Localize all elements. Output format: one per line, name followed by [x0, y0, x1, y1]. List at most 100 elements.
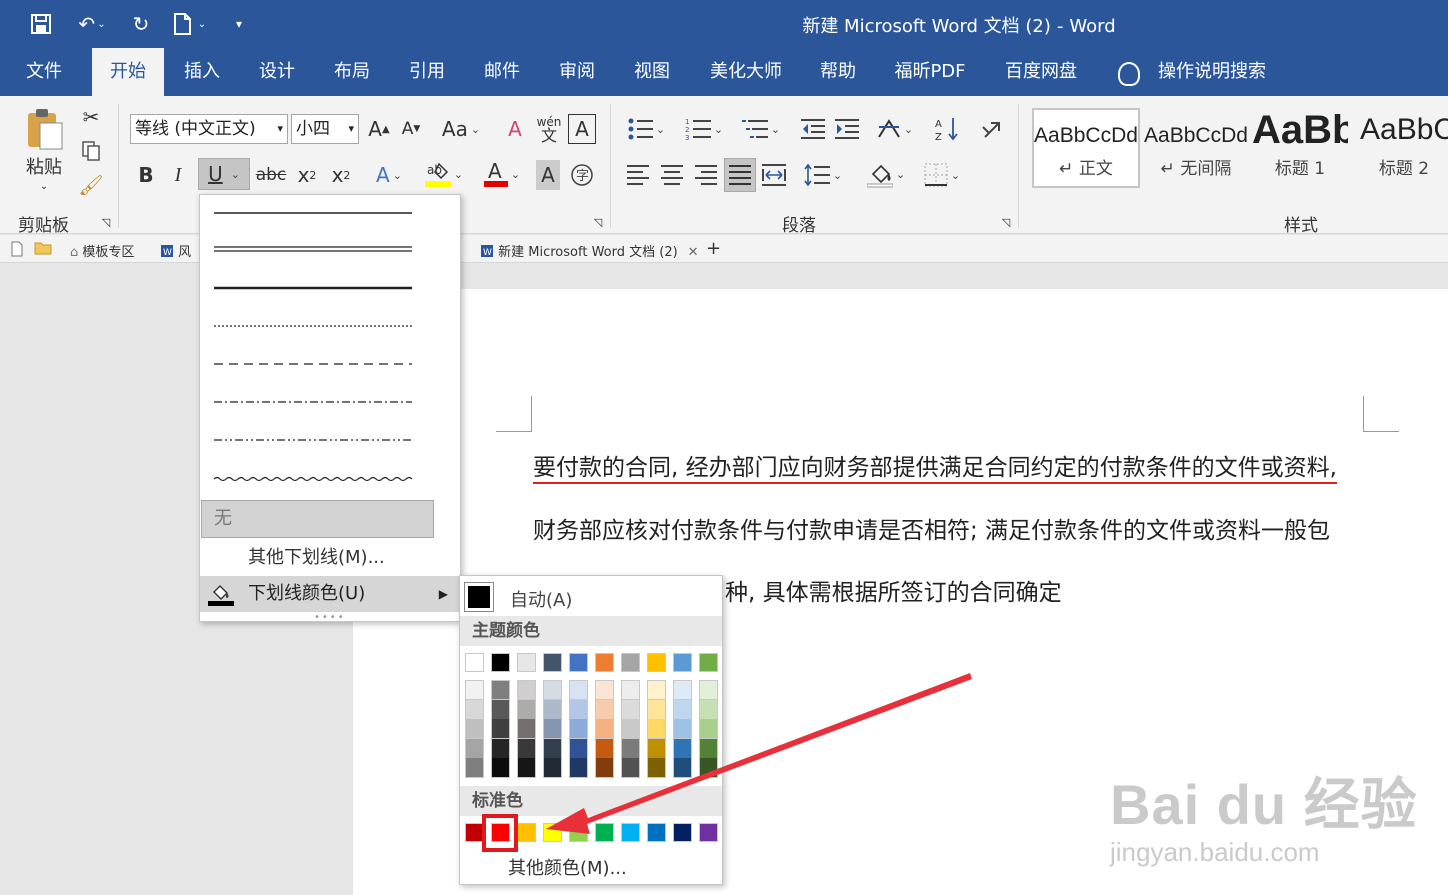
theme-shade-swatch[interactable]	[699, 758, 718, 779]
theme-color-swatch[interactable]	[491, 653, 510, 672]
multilevel-list-icon[interactable]: ⌄	[738, 114, 784, 144]
theme-shade-swatch[interactable]	[517, 738, 536, 759]
underline-none[interactable]: 无	[201, 500, 434, 538]
standard-color-swatch[interactable]	[699, 823, 718, 842]
theme-color-swatch[interactable]	[595, 653, 614, 672]
theme-shade-swatch[interactable]	[517, 680, 536, 700]
tab-view[interactable]: 视图	[622, 48, 682, 96]
font-color-icon[interactable]: A ⌄	[478, 158, 526, 190]
enclose-characters-icon[interactable]: 字	[568, 160, 596, 190]
borders-icon[interactable]: ⌄	[918, 160, 966, 190]
theme-shade-swatch[interactable]	[647, 699, 666, 720]
style-heading-2[interactable]: AaBbC 标题 2	[1360, 108, 1448, 188]
doc-tab-templates[interactable]: ⌂ 模板专区	[70, 241, 134, 260]
theme-shade-swatch[interactable]	[465, 680, 484, 700]
character-border-icon[interactable]: A	[568, 114, 596, 144]
theme-shade-swatch[interactable]	[543, 758, 562, 779]
theme-color-swatch[interactable]	[543, 653, 562, 672]
theme-shade-swatch[interactable]	[465, 738, 484, 759]
underline-dot-dash[interactable]	[204, 385, 434, 419]
change-case-icon[interactable]: Aa ⌄	[438, 114, 484, 144]
underline-dotted[interactable]	[204, 309, 434, 343]
paste-dropdown-icon[interactable]: ⌄	[32, 178, 56, 194]
theme-shade-swatch[interactable]	[621, 699, 640, 720]
tab-layout[interactable]: 布局	[322, 48, 382, 96]
paste-icon[interactable]	[18, 104, 70, 152]
numbering-icon[interactable]: 1 2 3 ⌄	[680, 114, 728, 144]
sort-icon[interactable]: AZ	[932, 114, 962, 144]
underline-single[interactable]	[204, 199, 434, 229]
theme-shade-swatch[interactable]	[491, 758, 510, 779]
theme-shade-swatch[interactable]	[465, 699, 484, 720]
theme-shade-swatch[interactable]	[543, 719, 562, 740]
theme-shade-swatch[interactable]	[621, 758, 640, 779]
doc-tab-partial[interactable]: W 风	[160, 241, 191, 260]
phonetic-guide-icon[interactable]: wén 文	[534, 112, 564, 146]
clear-formatting-icon[interactable]: A	[500, 114, 530, 144]
theme-shade-swatch[interactable]	[647, 680, 666, 700]
grow-font-icon[interactable]: A ▲	[366, 114, 392, 144]
theme-shade-swatch[interactable]	[621, 738, 640, 759]
theme-shade-swatch[interactable]	[569, 699, 588, 720]
theme-shade-swatch[interactable]	[699, 680, 718, 700]
theme-shade-swatch[interactable]	[673, 680, 692, 700]
underline-dot-dot-dash[interactable]	[204, 423, 434, 457]
doc-tab-current[interactable]: W 新建 Microsoft Word 文档 (2) ✕	[480, 241, 699, 260]
line-spacing-icon[interactable]: ⌄	[800, 160, 846, 190]
tab-foxit-pdf[interactable]: 福昕PDF	[884, 48, 976, 96]
theme-color-swatch[interactable]	[517, 653, 536, 672]
theme-shade-swatch[interactable]	[673, 719, 692, 740]
theme-shade-swatch[interactable]	[569, 738, 588, 759]
standard-color-swatch[interactable]	[647, 823, 666, 842]
theme-shade-swatch[interactable]	[699, 699, 718, 720]
style-normal[interactable]: AaBbCcDd ↵ 正文	[1032, 108, 1140, 188]
new-tab-button[interactable]: +	[706, 238, 721, 259]
copy-icon[interactable]	[78, 138, 104, 164]
bullets-icon[interactable]: ⌄	[622, 114, 670, 144]
theme-color-swatch[interactable]	[647, 653, 666, 672]
underline-double[interactable]	[204, 233, 434, 267]
highlight-color-icon[interactable]: ab ⌄	[420, 158, 468, 190]
theme-shade-swatch[interactable]	[491, 699, 510, 720]
decrease-indent-icon[interactable]	[798, 114, 828, 144]
align-center-icon[interactable]	[658, 160, 686, 190]
standard-color-swatch[interactable]	[543, 823, 562, 842]
tab-review[interactable]: 审阅	[547, 48, 607, 96]
more-colors-item[interactable]: 其他颜色(M)...	[508, 854, 627, 880]
theme-shade-swatch[interactable]	[491, 719, 510, 740]
theme-shade-swatch[interactable]	[517, 758, 536, 779]
justify-icon[interactable]	[724, 158, 756, 192]
tab-baidu-netdisk[interactable]: 百度网盘	[994, 48, 1088, 96]
theme-shade-swatch[interactable]	[491, 680, 510, 700]
theme-shade-swatch[interactable]	[595, 738, 614, 759]
tab-references[interactable]: 引用	[397, 48, 457, 96]
shrink-font-icon[interactable]: A ▼	[398, 114, 424, 144]
tab-mailings[interactable]: 邮件	[472, 48, 532, 96]
bold-icon[interactable]: B	[134, 160, 158, 190]
more-underlines-item[interactable]: 其他下划线(M)...	[200, 540, 460, 576]
tab-help[interactable]: 帮助	[808, 48, 868, 96]
format-painter-icon[interactable]: 🖌	[78, 172, 104, 198]
theme-color-swatch[interactable]	[465, 653, 484, 672]
theme-color-swatch[interactable]	[569, 653, 588, 672]
strikethrough-icon[interactable]: abc	[256, 160, 287, 190]
theme-color-swatch[interactable]	[673, 653, 692, 672]
distributed-icon[interactable]	[760, 160, 788, 190]
show-marks-icon[interactable]	[976, 114, 1006, 144]
clipboard-launcher-icon[interactable]: ◹	[98, 214, 114, 230]
theme-shade-swatch[interactable]	[569, 758, 588, 779]
theme-shade-swatch[interactable]	[595, 758, 614, 779]
underline-dashed[interactable]	[204, 347, 434, 381]
theme-shade-swatch[interactable]	[543, 680, 562, 700]
text-effects-icon[interactable]: A ⌄	[366, 160, 412, 190]
font-launcher-icon[interactable]: ◹	[590, 214, 606, 230]
paste-button[interactable]: 粘贴	[14, 154, 74, 178]
theme-shade-swatch[interactable]	[491, 738, 510, 759]
theme-shade-swatch[interactable]	[517, 719, 536, 740]
theme-shade-swatch[interactable]	[673, 758, 692, 779]
standard-color-swatch[interactable]	[673, 823, 692, 842]
theme-shade-swatch[interactable]	[543, 699, 562, 720]
align-left-icon[interactable]	[624, 160, 652, 190]
resize-grip[interactable]: ••••	[314, 612, 346, 623]
theme-shade-swatch[interactable]	[621, 719, 640, 740]
